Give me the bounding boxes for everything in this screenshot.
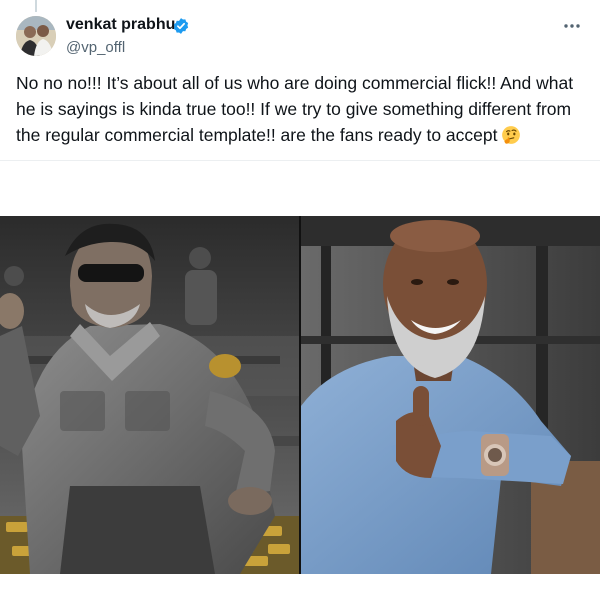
avatar-image xyxy=(16,16,56,56)
author-handle[interactable]: @vp_offl xyxy=(66,39,125,56)
photo-right-image xyxy=(301,216,600,574)
media-photo-right[interactable] xyxy=(301,216,600,574)
tweet-media[interactable] xyxy=(0,216,600,574)
author-name[interactable]: venkat prabhu xyxy=(66,16,175,34)
tweet-card[interactable]: venkat prabhu @vp_offl No no no!!! It’s … xyxy=(0,0,600,161)
thread-line xyxy=(35,0,37,12)
thinking-face-icon xyxy=(501,126,520,144)
more-options-icon[interactable] xyxy=(560,14,584,38)
tweet-page: venkat prabhu @vp_offl No no no!!! It’s … xyxy=(0,0,600,600)
media-photo-left[interactable] xyxy=(0,216,299,574)
photo-left-image xyxy=(0,216,299,574)
more-dots xyxy=(564,24,580,28)
verified-badge-icon xyxy=(173,18,189,34)
tweet-body: No no no!!! It’s about all of us who are… xyxy=(16,73,574,145)
tweet-text: No no no!!! It’s about all of us who are… xyxy=(16,70,591,148)
avatar[interactable] xyxy=(16,16,56,56)
